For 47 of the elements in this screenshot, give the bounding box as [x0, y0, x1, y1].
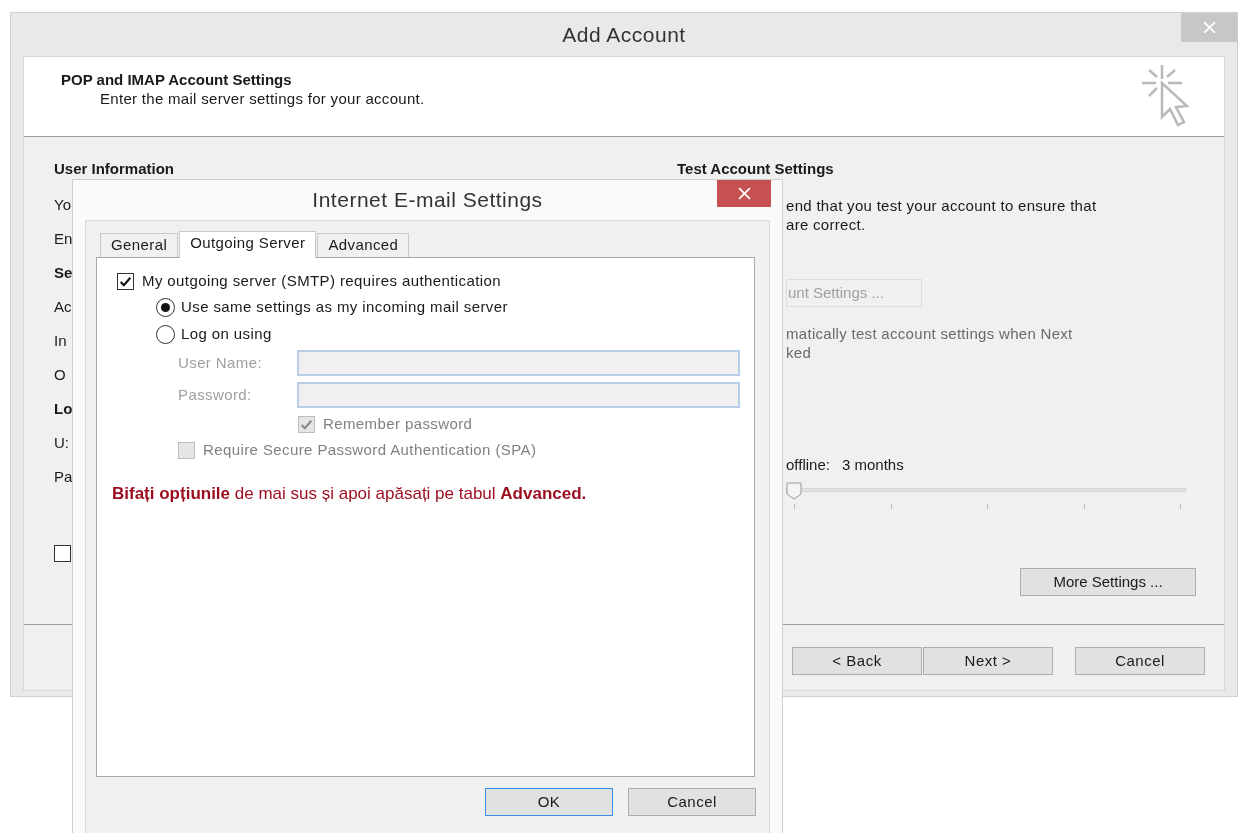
close-icon: [1202, 21, 1216, 34]
close-icon: [737, 187, 751, 200]
section-heading: User Information: [54, 159, 175, 179]
slider-value: 3 months: [841, 454, 904, 475]
footer-button[interactable]: < Back: [792, 647, 922, 675]
field-label: In: [54, 332, 67, 350]
radio-button[interactable]: [156, 298, 175, 317]
section-heading: Se: [54, 264, 73, 282]
dialog-title: Internet E-mail Settings: [312, 187, 543, 214]
section-heading: Test Account Settings: [677, 159, 835, 179]
window-title: Add Account: [562, 21, 686, 48]
description-text: end that you test your account to ensure that: [786, 196, 1098, 215]
header-subtitle: Enter the mail server settings for your account.: [99, 89, 426, 109]
checkbox[interactable]: [54, 545, 71, 562]
field-label: En: [54, 230, 73, 248]
checkbox-label: matically test account settings when Next: [786, 324, 1074, 343]
checkbox-label: Require Secure Password Authentication (SPA): [203, 439, 537, 460]
header-title: POP and IMAP Account Settings: [61, 71, 293, 89]
field-label: O: [54, 366, 66, 384]
slider-label: offline:: [786, 454, 830, 475]
more-settings-button[interactable]: More Settings ...: [1020, 568, 1196, 596]
checkbox[interactable]: [117, 272, 134, 290]
field-label: Pa: [54, 468, 73, 486]
checkbox-label: ked: [786, 343, 813, 362]
field-label: Yo: [54, 196, 71, 214]
field-label: U:: [54, 434, 69, 452]
footer-button[interactable]: Cancel: [1075, 647, 1205, 675]
dialog-button[interactable]: OK: [485, 788, 613, 816]
dialog-button[interactable]: Cancel: [628, 788, 756, 816]
checkbox-label: My outgoing server (SMTP) requires authentication: [142, 270, 501, 291]
field-label: User Name:: [178, 352, 264, 373]
radio-button[interactable]: [156, 325, 175, 344]
checkbox-label: Remember password: [323, 413, 473, 434]
field-label: Ac: [54, 298, 72, 316]
footer-button[interactable]: Next >: [923, 647, 1053, 675]
field-label: Password:: [178, 384, 253, 405]
description-text: are correct.: [786, 215, 867, 234]
section-heading: Lo: [54, 400, 73, 418]
tab[interactable]: Outgoing Server: [179, 231, 317, 258]
instruction-text: Bifați opțiunile de mai sus și apoi apăsați pe tabul Advanced.: [112, 483, 588, 505]
tab[interactable]: Advanced: [317, 233, 410, 257]
tab[interactable]: General: [100, 233, 179, 257]
radio-label: Log on using: [181, 324, 272, 345]
offline-slider[interactable]: [786, 482, 1186, 512]
close-button[interactable]: [717, 180, 771, 207]
radio-label: Use same settings as my incoming mail server: [181, 297, 508, 318]
slider-thumb[interactable]: [786, 482, 802, 500]
